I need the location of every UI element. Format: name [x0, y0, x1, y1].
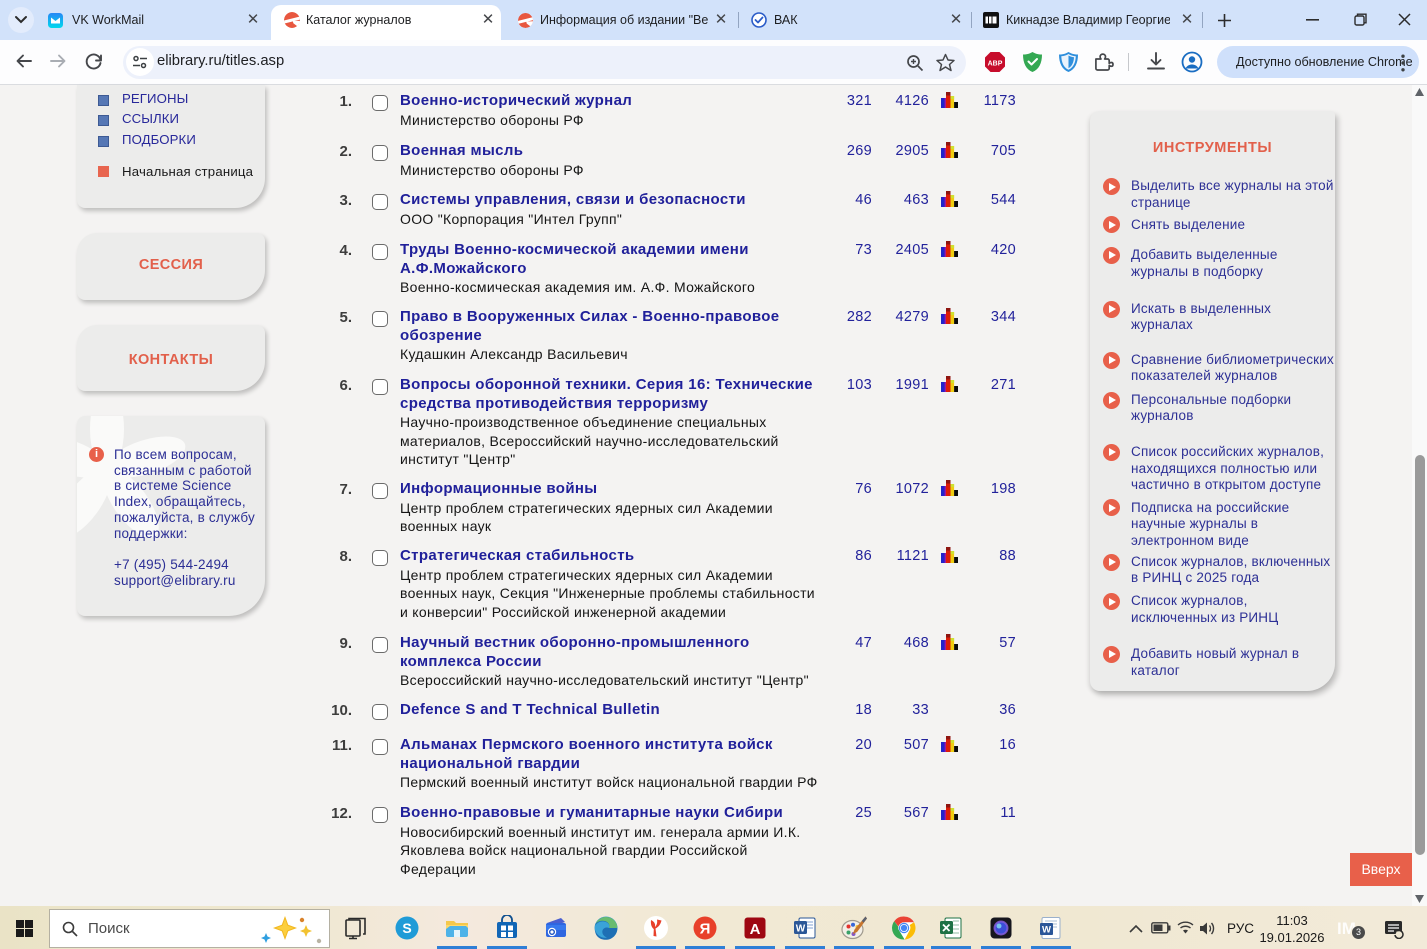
- svg-text:W: W: [1042, 925, 1051, 936]
- svg-text:ABP: ABP: [988, 61, 1003, 68]
- svg-text:S: S: [402, 920, 411, 936]
- svg-text:A: A: [750, 921, 761, 938]
- svg-text:W: W: [796, 924, 806, 935]
- svg-text:Я: Я: [700, 921, 711, 938]
